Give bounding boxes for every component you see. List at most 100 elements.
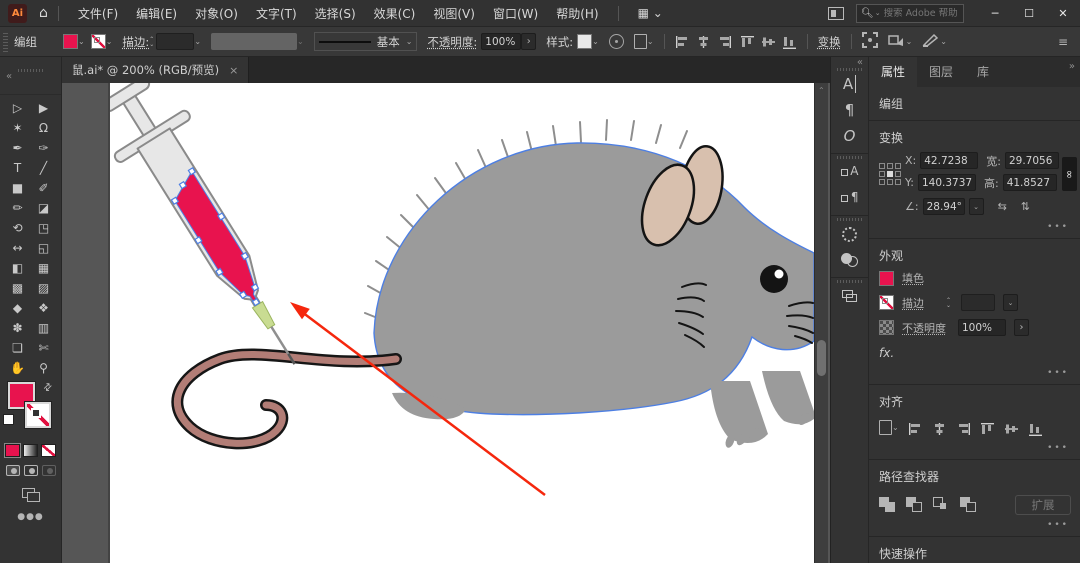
tab-libraries[interactable]: 库 <box>965 57 1001 87</box>
character-panel-icon[interactable]: A <box>831 71 868 97</box>
slice-tool[interactable]: ✄ <box>31 338 57 358</box>
stroke-weight-label[interactable]: 描边: <box>122 34 149 50</box>
panel-menu-icon[interactable]: ≡ <box>1058 35 1068 49</box>
mouse-eye[interactable] <box>760 265 788 293</box>
maximize-button[interactable]: ☐ <box>1012 0 1046 27</box>
artboard-canvas[interactable] <box>62 83 830 563</box>
chevron-down-icon[interactable]: ⌄ <box>1003 294 1018 311</box>
direct-selection-tool[interactable]: ▶ <box>31 98 57 118</box>
swap-fill-stroke-icon[interactable]: ⇄ <box>41 381 55 395</box>
rotate-angle-field[interactable] <box>923 198 965 215</box>
bounding-box-icon[interactable] <box>862 32 878 51</box>
mesh-tool[interactable]: ▩ <box>5 278 31 298</box>
graph-tool[interactable]: ▥ <box>31 318 57 338</box>
flip-horizontal-icon[interactable]: ⇆ <box>998 200 1007 213</box>
zoom-tool[interactable]: ⚲ <box>31 358 57 378</box>
chevron-down-icon[interactable]: ⌄ <box>106 37 113 46</box>
stroke-weight-stepper[interactable]: ⌃⌄ <box>149 37 154 47</box>
chevron-down-icon[interactable]: ⌄ <box>647 37 654 46</box>
transparency-panel-icon[interactable] <box>831 247 868 273</box>
close-button[interactable]: ✕ <box>1046 0 1080 27</box>
menu-help[interactable]: 帮助(H) <box>556 5 598 22</box>
pathfinder-unite-icon[interactable] <box>879 497 896 512</box>
chevron-down-icon[interactable]: ⌄ <box>592 37 599 46</box>
artboard-tool[interactable]: ❏ <box>5 338 31 358</box>
chevron-down-icon[interactable]: ⌄ <box>194 37 201 46</box>
type-tool[interactable]: T <box>5 158 31 178</box>
change-screen-mode-icon[interactable] <box>22 488 40 502</box>
symbol-sprayer-tool[interactable]: ✽ <box>5 318 31 338</box>
stroke-weight-field[interactable] <box>961 294 995 311</box>
arrange-documents-icon[interactable] <box>828 7 844 20</box>
menu-select[interactable]: 选择(S) <box>315 5 356 22</box>
help-search-input[interactable] <box>884 8 964 19</box>
stroke-color-swatch[interactable] <box>879 295 894 310</box>
paintbrush-tool[interactable]: ✐ <box>31 178 57 198</box>
selection-tool[interactable]: ▷ <box>5 98 31 118</box>
line-segment-tool[interactable]: ╱ <box>31 158 57 178</box>
rectangle-tool[interactable]: ■ <box>5 178 31 198</box>
gradient-tool[interactable]: ▨ <box>31 278 57 298</box>
panel-grip[interactable] <box>18 69 44 72</box>
opacity-label[interactable]: 不透明度 <box>902 320 946 336</box>
home-icon[interactable]: ⌂ <box>39 5 48 21</box>
height-field[interactable] <box>1003 174 1057 191</box>
align-right-icon[interactable] <box>956 421 971 435</box>
menu-file[interactable]: 文件(F) <box>78 5 118 22</box>
edit-toolbar-icon[interactable]: ●●● <box>0 512 61 522</box>
eraser-tool[interactable]: ◪ <box>31 198 57 218</box>
variable-width-profile[interactable]: 基本 ⌄ <box>314 32 418 51</box>
select-similar-icon[interactable] <box>888 33 906 50</box>
align-top-icon[interactable] <box>740 35 755 49</box>
document-setup-icon[interactable] <box>634 34 647 49</box>
opacity-expand-button[interactable]: › <box>1014 319 1029 336</box>
scrollbar-thumb[interactable] <box>817 340 826 376</box>
align-left-icon[interactable] <box>908 421 923 435</box>
expand-dock-icon[interactable]: « <box>831 57 868 68</box>
pathfinder-minus-front-icon[interactable] <box>906 497 923 512</box>
opacity-field[interactable] <box>481 33 521 50</box>
eyedropper-tool[interactable]: ◆ <box>5 298 31 318</box>
stroke-label[interactable]: 描边 <box>902 295 924 311</box>
flip-vertical-icon[interactable]: ⇅ <box>1021 200 1030 213</box>
chevron-down-icon[interactable]: ⌄ <box>875 9 881 17</box>
align-bottom-icon[interactable] <box>1028 421 1043 435</box>
fill-color-swatch[interactable] <box>879 271 894 286</box>
pathfinder-panel-icon[interactable] <box>831 283 868 309</box>
align-right-icon[interactable] <box>717 35 732 49</box>
character-styles-panel-icon[interactable]: A <box>831 159 868 185</box>
free-transform-tool[interactable]: ◱ <box>31 238 57 258</box>
collapse-dock-icon[interactable]: » <box>1069 61 1075 72</box>
align-v-center-icon[interactable] <box>761 35 776 49</box>
fill-label[interactable]: 填色 <box>902 270 924 286</box>
opacity-field[interactable] <box>958 319 1006 336</box>
chevron-down-icon[interactable]: ⌄ <box>906 37 913 46</box>
menu-edit[interactable]: 编辑(E) <box>136 5 177 22</box>
tab-layers[interactable]: 图层 <box>917 57 965 87</box>
menu-effect[interactable]: 效果(C) <box>374 5 416 22</box>
reference-point-locator[interactable] <box>879 163 901 185</box>
width-tool[interactable]: ↔ <box>5 238 31 258</box>
shaper-tool[interactable]: ✏ <box>5 198 31 218</box>
close-tab-icon[interactable]: × <box>229 64 238 77</box>
workspace-switcher[interactable]: ▦ ⌄ <box>638 6 663 20</box>
menu-type[interactable]: 文字(T) <box>256 5 297 22</box>
appearance-panel-icon[interactable] <box>831 221 868 247</box>
constrain-proportions-link-icon[interactable]: ∞ <box>1062 157 1077 191</box>
pen-tool[interactable]: ✒ <box>5 138 31 158</box>
align-v-center-icon[interactable] <box>1004 421 1019 435</box>
curvature-tool[interactable]: ✑ <box>31 138 57 158</box>
align-left-icon[interactable] <box>675 35 690 49</box>
blend-tool[interactable]: ❖ <box>31 298 57 318</box>
menu-window[interactable]: 窗口(W) <box>493 5 538 22</box>
draw-normal-icon[interactable] <box>6 465 20 476</box>
fill-color-swatch[interactable] <box>63 34 78 49</box>
more-options-icon[interactable]: ••• <box>869 220 1080 238</box>
x-field[interactable] <box>920 152 978 169</box>
more-options-icon[interactable]: ••• <box>869 441 1080 459</box>
color-mode-button[interactable] <box>5 444 20 457</box>
lasso-tool[interactable]: Ω <box>31 118 57 138</box>
stroke-color-indicator[interactable] <box>25 402 51 428</box>
transform-link-label[interactable]: 变换 <box>818 34 841 50</box>
fx-button[interactable]: fx. <box>879 344 1071 366</box>
